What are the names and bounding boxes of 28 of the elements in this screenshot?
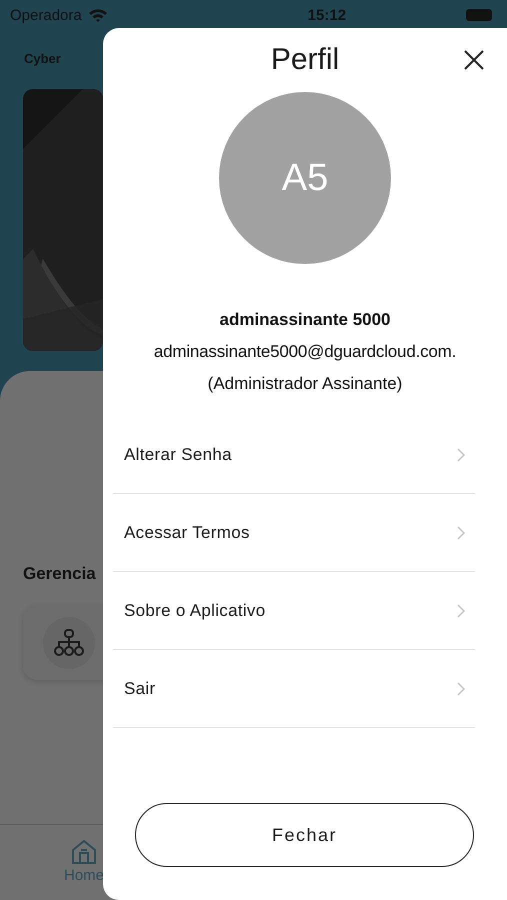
chevron-icon: [457, 448, 465, 462]
header-title: Cyber: [24, 51, 61, 66]
close-button[interactable]: [463, 49, 485, 71]
menu-item[interactable]: Sobre o Aplicativo: [113, 572, 475, 650]
user-name: adminassinante 5000: [219, 310, 391, 330]
user-role: (Administrador Assinante): [208, 374, 402, 394]
close-icon: [463, 49, 485, 71]
avatar: A5: [219, 92, 391, 264]
chevron-icon: [457, 604, 465, 618]
home-icon: [71, 839, 97, 865]
chevron-icon: [457, 682, 465, 696]
section-title: Gerencia: [23, 564, 97, 584]
menu-item[interactable]: Alterar Senha: [113, 416, 475, 494]
menu-label: Sobre o Aplicativo: [124, 600, 266, 620]
close-sheet-button[interactable]: Fechar: [135, 803, 474, 867]
hierarchy-icon: [54, 628, 84, 656]
menu-item[interactable]: Sair: [113, 650, 475, 728]
menu-item[interactable]: Acessar Termos: [113, 494, 475, 572]
sheet-title: Perfil: [270, 43, 340, 77]
chevron-icon: [457, 526, 465, 540]
carrier-name: Operadora: [10, 6, 82, 24]
menu-label: Sair: [124, 678, 156, 698]
menu-label: Alterar Senha: [124, 444, 232, 464]
user-email: adminassinante5000@dguardcloud.com.: [154, 342, 456, 362]
battery-icon: [466, 9, 492, 21]
wifi-icon: [88, 8, 108, 22]
menu-label: Acessar Termos: [124, 522, 250, 542]
status-time: 15:12: [308, 6, 346, 24]
